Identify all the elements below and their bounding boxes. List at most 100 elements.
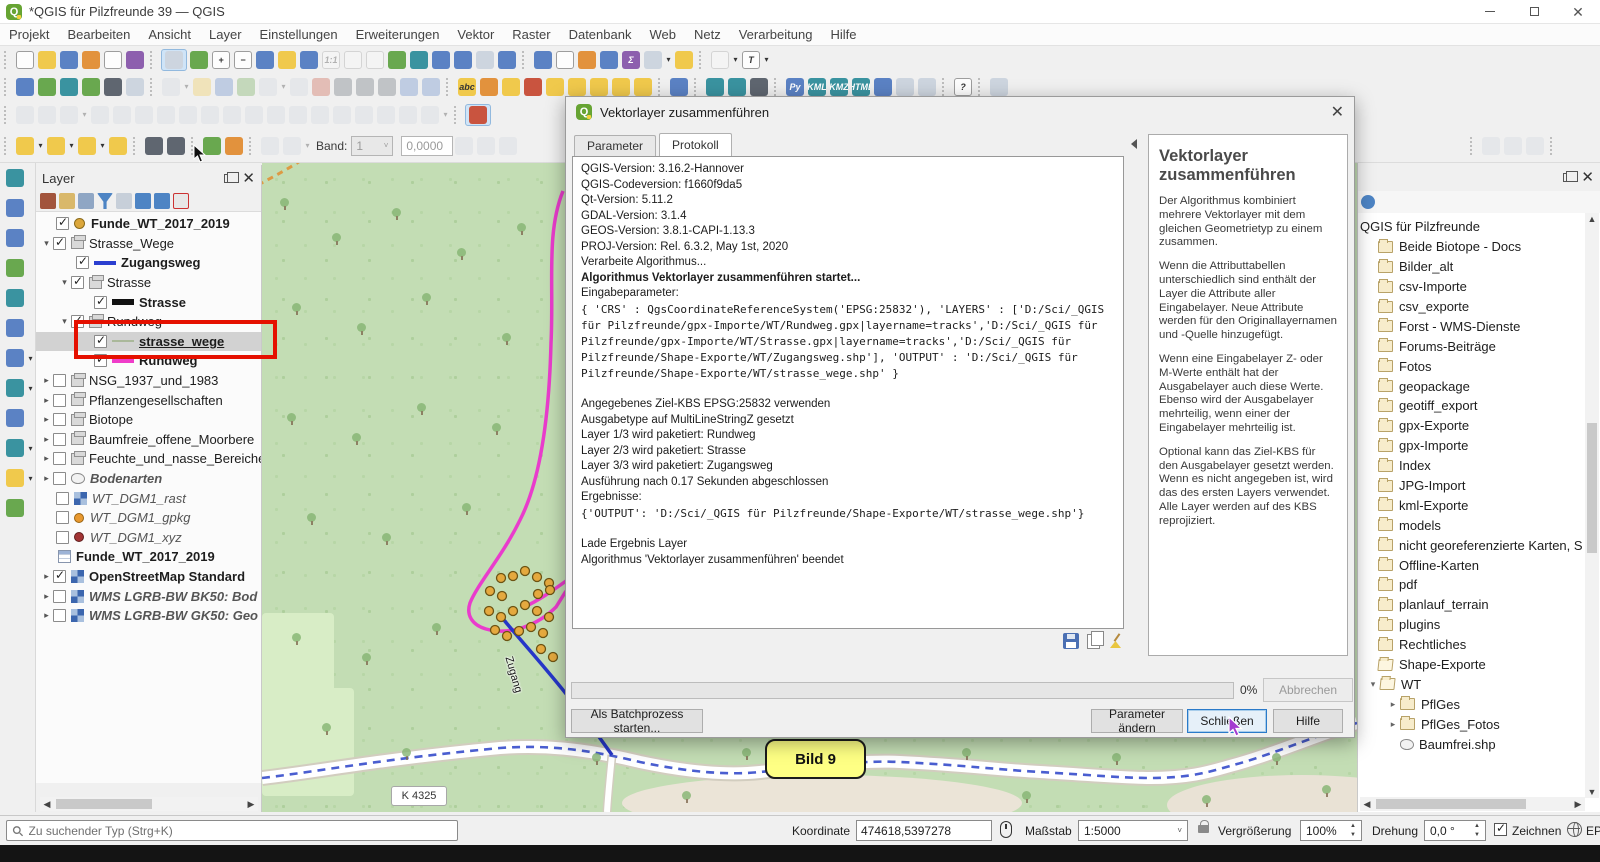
cancel-button[interactable]: Abbrechen <box>1263 678 1353 702</box>
select-by-location-icon[interactable] <box>109 137 127 155</box>
rotate-label-icon[interactable] <box>590 78 608 96</box>
group-row[interactable]: Strasse_Wege <box>36 234 261 254</box>
copy-log-icon[interactable] <box>1087 634 1100 649</box>
open-layer-styling-icon[interactable] <box>40 193 56 209</box>
log-output[interactable]: QGIS-Version: 3.16.2-Hannover QGIS-Codev… <box>572 156 1124 629</box>
group-row[interactable]: NSG_1937_und_1983 <box>36 371 261 391</box>
wfs-service-icon[interactable] <box>728 78 746 96</box>
zoom-to-selection-icon[interactable] <box>278 51 296 69</box>
menu-einstellungen[interactable]: Einstellungen <box>251 25 347 44</box>
edit-parameters-button[interactable]: Parameter ändern <box>1091 709 1183 733</box>
layer-row[interactable]: WT_DGM1_xyz <box>36 528 261 548</box>
add-ring-icon[interactable] <box>135 106 153 124</box>
cut-features-icon[interactable] <box>334 78 352 96</box>
batch-process-button[interactable]: Als Batchprozess starten... <box>571 709 703 733</box>
browser-item[interactable]: pdf <box>1358 575 1600 595</box>
browser-item[interactable]: csv-Importe <box>1358 277 1600 297</box>
map-theme-tool-icon[interactable] <box>225 137 243 155</box>
split-features-icon[interactable] <box>311 106 329 124</box>
browser-vertical-scrollbar[interactable]: ▲ ▼ <box>1585 213 1599 798</box>
collapse-help-icon[interactable] <box>1131 139 1137 149</box>
search-input[interactable] <box>29 824 452 838</box>
close-button[interactable]: ✕ <box>1556 0 1600 23</box>
menu-projekt[interactable]: Projekt <box>0 25 58 44</box>
undo-icon[interactable] <box>400 78 418 96</box>
add-group-icon[interactable] <box>59 193 75 209</box>
identify-features-icon[interactable] <box>534 51 552 69</box>
add-mesh-layer-icon[interactable] <box>6 229 24 247</box>
menu-ansicht[interactable]: Ansicht <box>139 25 200 44</box>
save-log-icon[interactable] <box>1063 633 1079 649</box>
kml-export-icon[interactable]: KML <box>808 78 826 96</box>
mesh-edit-icon[interactable] <box>1526 137 1544 155</box>
refresh-browser-icon[interactable] <box>1361 195 1375 209</box>
band-combo[interactable]: 1˅ <box>351 136 393 156</box>
statistical-summary-icon[interactable]: Σ <box>622 51 640 69</box>
project-properties-icon[interactable] <box>104 51 122 69</box>
browser-item[interactable]: QGIS für Pilzfreunde <box>1358 217 1600 237</box>
magnifier-spinbox[interactable]: 100% <box>1300 820 1362 841</box>
mouse-position-icon[interactable] <box>1000 821 1012 838</box>
help-button[interactable]: Hilfe <box>1273 709 1343 733</box>
circular-string-icon[interactable] <box>16 106 34 124</box>
layer-row[interactable]: Bodenarten <box>36 469 261 489</box>
redo-icon[interactable] <box>422 78 440 96</box>
help-contents-icon[interactable]: ? <box>954 78 972 96</box>
browser-item[interactable]: nicht georeferenzierte Karten, S <box>1358 535 1600 555</box>
crs-label[interactable]: EPSG:25832 <box>1586 824 1600 838</box>
geopackage-tool-icon[interactable] <box>874 78 892 96</box>
layer-row[interactable]: WMS LGRB-BW BK50: Bod <box>36 586 261 606</box>
plugin-grid-icon[interactable] <box>896 78 914 96</box>
rotate-feature-icon[interactable] <box>91 106 109 124</box>
menu-datenbank[interactable]: Datenbank <box>560 25 641 44</box>
browser-item[interactable]: Bodenarten.shp <box>1358 754 1600 758</box>
layer-row[interactable]: Funde_WT_2017_2019 <box>36 547 261 567</box>
wfs-dropdown[interactable] <box>26 444 35 453</box>
vertex-tool-icon[interactable] <box>259 78 277 96</box>
select-dropdown[interactable] <box>36 141 45 150</box>
add-virtual-layer-icon[interactable] <box>6 469 24 487</box>
merge-attributes-icon[interactable] <box>355 106 373 124</box>
browser-item[interactable]: Shape-Exporte <box>1358 655 1600 675</box>
new-project-icon[interactable] <box>16 51 34 69</box>
zoom-native-icon[interactable]: 1:1 <box>322 51 340 69</box>
browser-item[interactable]: Forums-Beiträge <box>1358 336 1600 356</box>
refresh-map-icon[interactable] <box>498 51 516 69</box>
processing-toolbox-icon[interactable] <box>600 51 618 69</box>
deselect-all-icon[interactable] <box>78 137 96 155</box>
show-bookmarks-icon[interactable] <box>454 51 472 69</box>
attribute-table-icon[interactable] <box>556 51 574 69</box>
scale-combo[interactable]: 1:5000˅ <box>1078 820 1188 841</box>
deselect-dropdown[interactable] <box>98 141 107 150</box>
raster-color-icon[interactable] <box>283 137 301 155</box>
group-row[interactable]: Strasse <box>36 273 261 293</box>
browser-item[interactable]: gpx-Exporte <box>1358 416 1600 436</box>
add-spatialite-layer-icon[interactable] <box>6 289 24 307</box>
add-part-icon[interactable] <box>157 106 175 124</box>
delete-ring-icon[interactable] <box>201 106 219 124</box>
layer-row[interactable]: Zugangsweg <box>36 253 261 273</box>
layer-row[interactable]: Funde_WT_2017_2019 <box>36 214 261 234</box>
zoom-in-icon[interactable]: + <box>212 51 230 69</box>
reshape-features-icon[interactable] <box>267 106 285 124</box>
select-by-value-icon[interactable] <box>47 137 65 155</box>
wms-service-icon[interactable] <box>706 78 724 96</box>
browser-item[interactable]: Offline-Karten <box>1358 555 1600 575</box>
highlight-pinned-labels-icon[interactable] <box>524 78 542 96</box>
measure-icon[interactable] <box>644 51 662 69</box>
float-browser-icon[interactable] <box>1563 173 1573 182</box>
trim-extend-icon[interactable] <box>421 106 439 124</box>
magnifier-dropdown[interactable] <box>731 55 740 64</box>
browser-item[interactable]: Forst - WMS-Dienste <box>1358 316 1600 336</box>
band-value-input[interactable]: 0,0000 <box>401 136 453 156</box>
move-label-icon[interactable] <box>568 78 586 96</box>
layer-diagram-icon[interactable] <box>480 78 498 96</box>
browser-item[interactable]: Fotos <box>1358 356 1600 376</box>
group-row[interactable]: Feuchte_und_nasse_Bereiche <box>36 449 261 469</box>
float-panel-icon[interactable] <box>224 174 234 183</box>
tab-parameter[interactable]: Parameter <box>574 135 656 156</box>
rotation-spinbox[interactable]: 0,0 ° <box>1424 820 1486 841</box>
add-delimited-text-layer-icon[interactable] <box>6 259 24 277</box>
menu-raster[interactable]: Raster <box>503 25 559 44</box>
offset-point-symbols-icon[interactable] <box>399 106 417 124</box>
